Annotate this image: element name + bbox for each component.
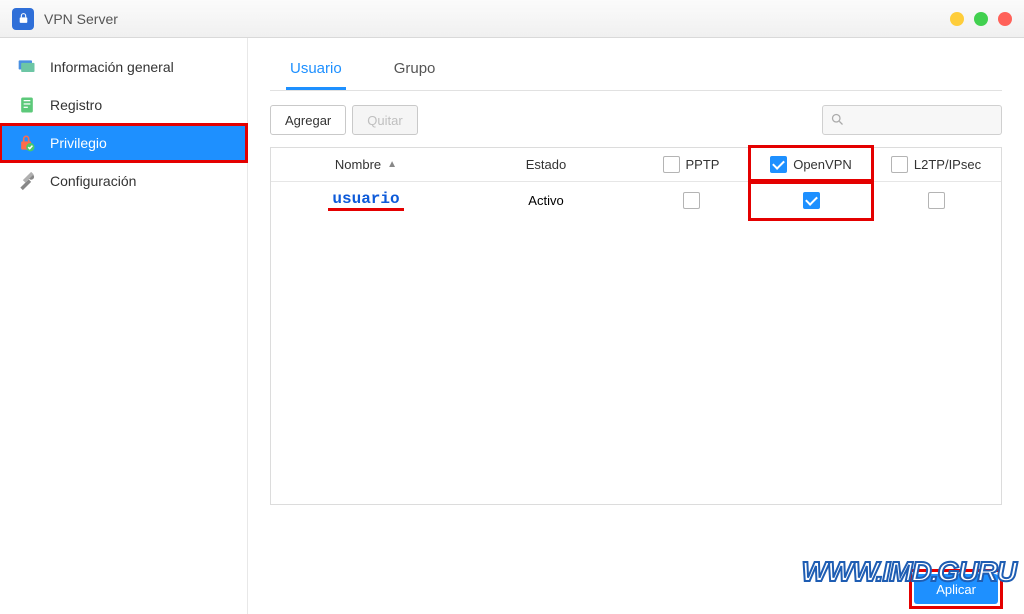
sidebar-item-privilege[interactable]: Privilegio xyxy=(0,124,247,162)
apply-annotation: Aplicar xyxy=(912,572,1000,606)
header-checkbox-pptp[interactable] xyxy=(663,156,680,173)
remove-button: Quitar xyxy=(352,105,417,135)
col-pptp[interactable]: PPTP xyxy=(631,156,751,173)
content-area: Usuario Grupo Agregar Quitar Nombre ▲ Es… xyxy=(248,38,1024,614)
row-checkbox-openvpn[interactable] xyxy=(803,192,820,209)
sidebar-item-config[interactable]: Configuración xyxy=(0,162,247,200)
search-wrap xyxy=(822,105,1002,135)
monitor-icon xyxy=(16,56,38,78)
sidebar-item-label: Información general xyxy=(50,59,174,75)
cell-name: usuario xyxy=(271,190,461,211)
close-dot[interactable] xyxy=(998,12,1012,26)
tools-icon xyxy=(16,170,38,192)
apply-button[interactable]: Aplicar xyxy=(914,574,998,604)
sidebar-item-label: Configuración xyxy=(50,173,136,189)
clipboard-icon xyxy=(16,94,38,116)
tab-user[interactable]: Usuario xyxy=(286,52,346,90)
user-table: Nombre ▲ Estado PPTP OpenVPN L2TP/IPsec xyxy=(270,147,1002,505)
table-header: Nombre ▲ Estado PPTP OpenVPN L2TP/IPsec xyxy=(271,148,1001,182)
titlebar: VPN Server xyxy=(0,0,1024,38)
cell-state: Activo xyxy=(461,193,631,208)
privilege-lock-icon xyxy=(16,132,38,154)
add-button[interactable]: Agregar xyxy=(270,105,346,135)
header-checkbox-openvpn[interactable] xyxy=(770,156,787,173)
col-l2tp[interactable]: L2TP/IPsec xyxy=(871,156,1001,173)
col-name[interactable]: Nombre ▲ xyxy=(271,157,461,172)
table-row[interactable]: usuario Activo xyxy=(271,182,1001,218)
header-checkbox-l2tp[interactable] xyxy=(891,156,908,173)
zoom-dot[interactable] xyxy=(974,12,988,26)
sidebar-item-label: Registro xyxy=(50,97,102,113)
tab-group[interactable]: Grupo xyxy=(390,52,440,90)
search-icon xyxy=(830,112,845,127)
sort-asc-icon: ▲ xyxy=(387,159,397,170)
tabbar: Usuario Grupo xyxy=(270,52,1002,91)
search-input[interactable] xyxy=(822,105,1002,135)
sidebar-item-log[interactable]: Registro xyxy=(0,86,247,124)
window-controls xyxy=(950,12,1012,26)
row-checkbox-l2tp[interactable] xyxy=(928,192,945,209)
app-lock-icon xyxy=(12,8,34,30)
minimize-dot[interactable] xyxy=(950,12,964,26)
row-checkbox-pptp[interactable] xyxy=(683,192,700,209)
toolbar: Agregar Quitar xyxy=(270,105,1002,135)
window-title: VPN Server xyxy=(44,11,118,27)
sidebar-item-overview[interactable]: Información general xyxy=(0,48,247,86)
sidebar: Información general Registro Privilegio … xyxy=(0,38,248,614)
col-openvpn[interactable]: OpenVPN xyxy=(751,148,871,181)
col-state[interactable]: Estado xyxy=(461,157,631,172)
sidebar-item-label: Privilegio xyxy=(50,135,107,151)
